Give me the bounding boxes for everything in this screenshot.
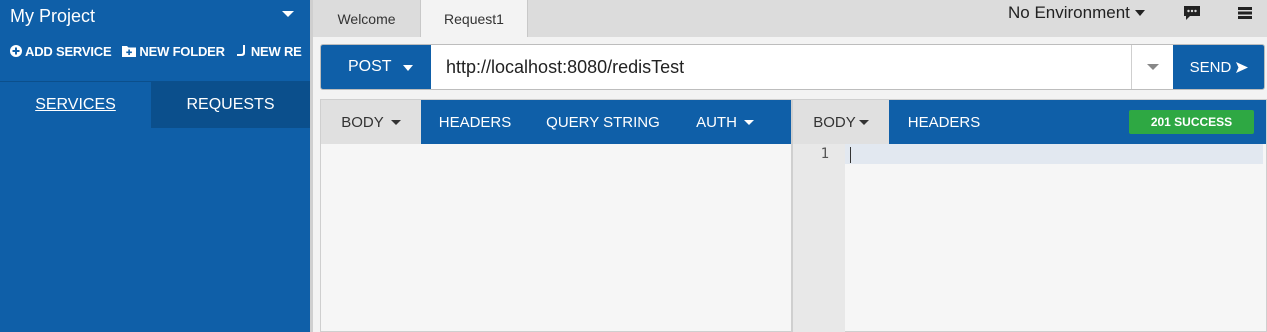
new-request-icon [236,45,245,56]
environment-selector[interactable]: No Environment [1008,0,1145,26]
response-pane: BODY HEADERS 201 SUCCESS 1 [792,99,1267,332]
response-tab-body-label: BODY [813,113,856,131]
project-header: My Project [0,0,310,32]
new-request-label: NEW RE [250,43,302,59]
url-history-button[interactable] [1131,45,1173,89]
request-tab-query-string[interactable]: QUERY STRING [529,100,677,144]
menu-button[interactable] [1233,3,1257,23]
sidebar: My Project ADD SERVICE NEW FOLDER NEW RE [0,0,310,332]
request-tab-body-label: BODY [341,113,384,131]
request-pane: BODY HEADERS QUERY STRING AUTH [320,99,792,332]
new-request-button[interactable]: NEW RE [236,44,302,59]
plus-circle-icon [10,45,22,57]
status-badge: 201 SUCCESS [1129,110,1254,134]
request-tab-body[interactable]: BODY [321,100,421,144]
text-cursor [850,147,851,163]
tab-request1[interactable]: Request1 [420,0,528,37]
send-label: SEND [1189,58,1232,76]
chevron-down-icon [1134,10,1145,16]
send-arrow-icon [1236,61,1249,73]
folder-plus-icon [122,46,137,57]
request-tab-headers[interactable]: HEADERS [421,100,529,144]
request-tab-auth[interactable]: AUTH [677,100,773,144]
active-editor-line[interactable] [845,144,1263,164]
response-tab-headers[interactable]: HEADERS [889,100,999,144]
menu-icon [1238,7,1252,19]
sidebar-tabs: SERVICES REQUESTS [0,82,310,128]
new-folder-button[interactable]: NEW FOLDER [122,43,225,59]
tab-services[interactable]: SERVICES [0,82,151,128]
new-folder-label: NEW FOLDER [139,43,225,59]
method-label: POST [348,58,392,75]
chevron-down-icon [1146,64,1159,70]
project-title: My Project [10,5,96,26]
tab-welcome[interactable]: Welcome [313,0,420,37]
line-number-gutter: 1 [793,144,845,332]
request-editor: POST SEND BODY HEADERS QUERY STRING AUTH [313,37,1267,332]
request-tab-auth-label: AUTH [696,113,737,131]
send-button[interactable]: SEND [1173,45,1264,89]
tab-requests[interactable]: REQUESTS [151,82,310,128]
url-bar: POST SEND [320,44,1265,90]
chat-button[interactable] [1180,3,1204,23]
project-menu-caret-icon[interactable] [282,11,294,17]
chat-icon [1184,6,1200,20]
add-service-button[interactable]: ADD SERVICE [10,43,112,59]
request-tabs: BODY HEADERS QUERY STRING AUTH [321,100,791,144]
sidebar-actions: ADD SERVICE NEW FOLDER NEW RE [10,42,310,60]
chevron-down-icon [743,119,754,125]
method-selector[interactable]: POST [321,45,431,89]
chevron-down-icon [403,65,413,71]
line-number: 1 [820,146,829,162]
add-service-label: ADD SERVICE [25,43,112,59]
document-tabbar: Welcome Request1 No Environment [313,0,1267,37]
environment-label: No Environment [1008,3,1130,22]
url-input[interactable] [431,45,1131,89]
chevron-down-icon [858,119,869,125]
response-tab-body[interactable]: BODY [793,100,889,144]
chevron-down-icon [390,119,401,125]
